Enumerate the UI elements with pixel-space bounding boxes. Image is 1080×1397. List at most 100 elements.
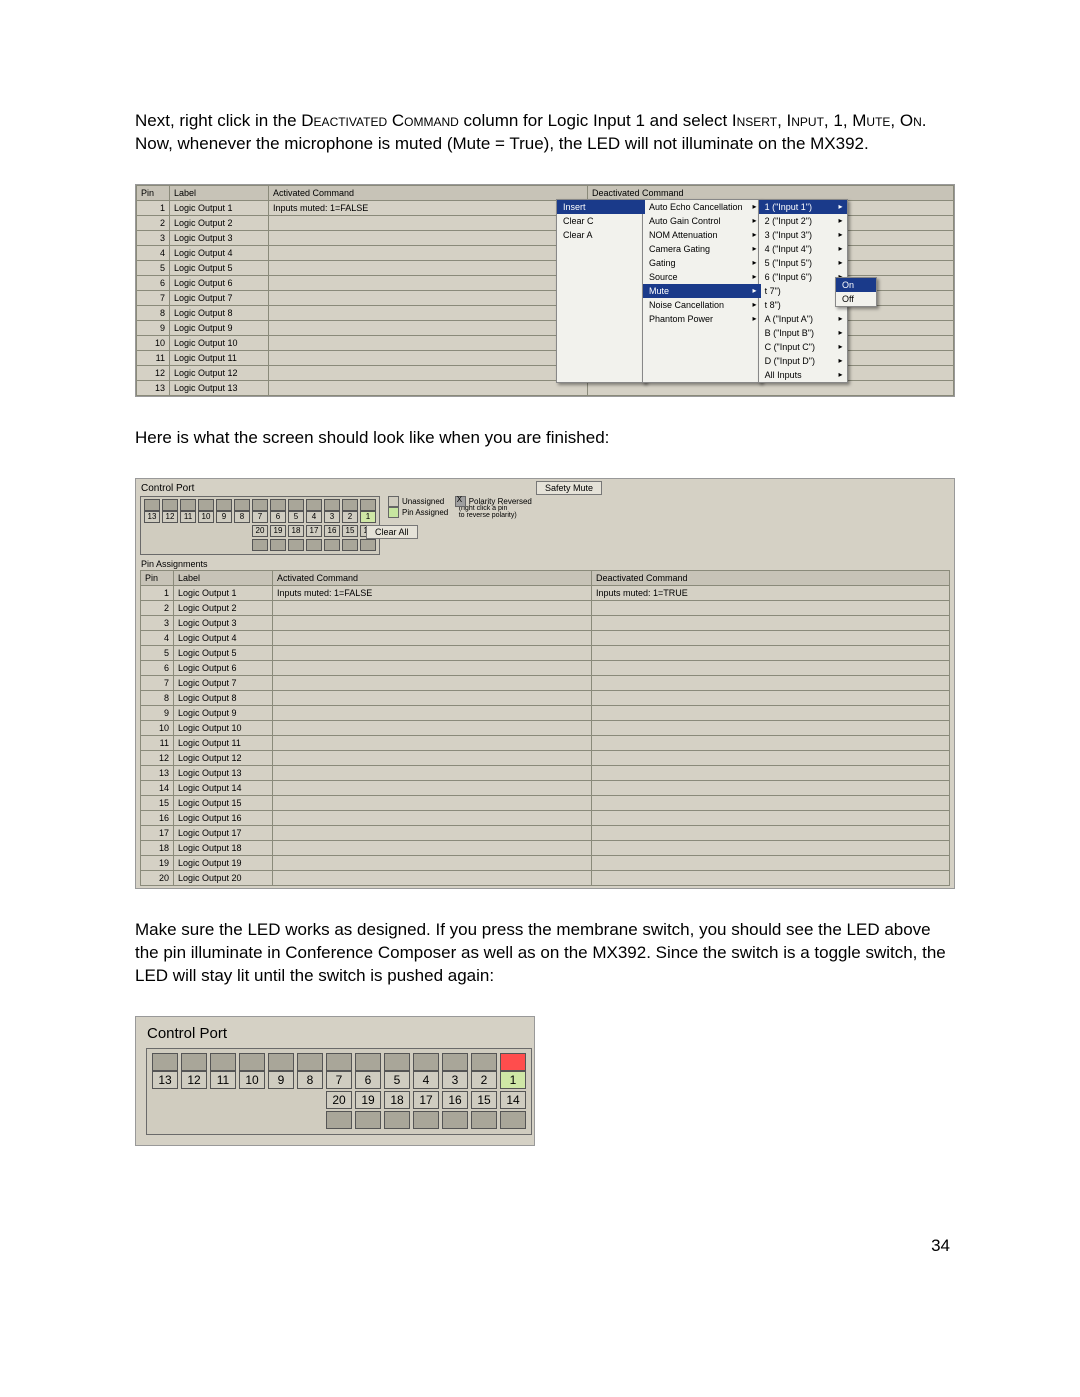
pin-3[interactable]: 3	[324, 511, 340, 523]
pin-2[interactable]: 2	[471, 1071, 497, 1089]
table-row[interactable]: 18Logic Output 18	[141, 840, 950, 855]
table-row[interactable]: 13Logic Output 13	[141, 765, 950, 780]
menu-item[interactable]: 3 ("Input 3")	[759, 228, 847, 242]
menu-item[interactable]: C ("Input C")	[759, 340, 847, 354]
pin-20[interactable]: 20	[252, 525, 268, 537]
pin-strip-top[interactable]: 13121110987654321	[144, 511, 376, 523]
menu-item[interactable]: 4 ("Input 4")	[759, 242, 847, 256]
pin-strip-top[interactable]: 13121110987654321	[152, 1071, 526, 1089]
menu-item[interactable]: All Inputs	[759, 368, 847, 382]
pin-3[interactable]: 3	[442, 1071, 468, 1089]
pin-5[interactable]: 5	[384, 1071, 410, 1089]
pin-8[interactable]: 8	[234, 511, 250, 523]
smallcaps: 1, Mute, On	[833, 111, 921, 130]
table-row[interactable]: 19Logic Output 19	[141, 855, 950, 870]
menu-item[interactable]: Gating	[643, 256, 761, 270]
pin-1[interactable]: 1	[360, 511, 376, 523]
smallcaps: Deactivated Command	[301, 111, 459, 130]
pin-4[interactable]: 4	[413, 1071, 439, 1089]
menu-item[interactable]: 2 ("Input 2")	[759, 214, 847, 228]
table-row[interactable]: 16Logic Output 16	[141, 810, 950, 825]
menu-item[interactable]: Off	[836, 292, 876, 306]
pin-7[interactable]: 7	[326, 1071, 352, 1089]
menu-level-1[interactable]: InsertClear CClear A	[556, 199, 646, 383]
menu-item[interactable]: NOM Attenuation	[643, 228, 761, 242]
table-row[interactable]: 7Logic Output 7	[141, 675, 950, 690]
pin-18[interactable]: 18	[384, 1091, 410, 1109]
pin-15[interactable]: 15	[342, 525, 358, 537]
menu-level-4[interactable]: OnOff	[835, 277, 877, 307]
pin-2[interactable]: 2	[342, 511, 358, 523]
menu-item[interactable]: B ("Input B")	[759, 326, 847, 340]
menu-item[interactable]: Auto Gain Control	[643, 214, 761, 228]
pin-10[interactable]: 10	[198, 511, 214, 523]
pin-18[interactable]: 18	[288, 525, 304, 537]
clear-all-button[interactable]: Clear All	[366, 525, 418, 539]
pin-10[interactable]: 10	[239, 1071, 265, 1089]
table-row[interactable]: 15Logic Output 15	[141, 795, 950, 810]
control-port-label: Control Port	[147, 1025, 524, 1042]
pin-4[interactable]: 4	[306, 511, 322, 523]
menu-item[interactable]: Source	[643, 270, 761, 284]
pin-13[interactable]: 13	[144, 511, 160, 523]
table-row[interactable]: 9Logic Output 9	[141, 705, 950, 720]
pin-11[interactable]: 11	[210, 1071, 236, 1089]
menu-item[interactable]: t 7")	[759, 284, 847, 298]
table-row[interactable]: 5Logic Output 5	[141, 645, 950, 660]
menu-item[interactable]: 1 ("Input 1")	[759, 200, 847, 214]
menu-item[interactable]: t 8")	[759, 298, 847, 312]
pin-12[interactable]: 12	[181, 1071, 207, 1089]
menu-item[interactable]: 5 ("Input 5")	[759, 256, 847, 270]
pin-17[interactable]: 17	[306, 525, 322, 537]
safety-mute-button[interactable]: Safety Mute	[536, 481, 602, 495]
menu-item[interactable]: Insert	[557, 200, 645, 214]
table-row[interactable]: 12Logic Output 12	[141, 750, 950, 765]
menu-item[interactable]: Clear A	[557, 228, 645, 242]
table-row[interactable]: 11Logic Output 11	[141, 735, 950, 750]
pin-17[interactable]: 17	[413, 1091, 439, 1109]
table-row[interactable]: 10Logic Output 10	[141, 720, 950, 735]
menu-item[interactable]: Clear C	[557, 214, 645, 228]
pin-19[interactable]: 19	[355, 1091, 381, 1109]
pin-6[interactable]: 6	[355, 1071, 381, 1089]
menu-item[interactable]: 6 ("Input 6")	[759, 270, 847, 284]
menu-item[interactable]: Phantom Power	[643, 312, 761, 326]
pin-strip-bottom[interactable]: 20191817161514	[144, 525, 376, 537]
pin-6[interactable]: 6	[270, 511, 286, 523]
pin-15[interactable]: 15	[471, 1091, 497, 1109]
menu-item[interactable]: Auto Echo Cancellation	[643, 200, 761, 214]
table-row[interactable]: 1Logic Output 1Inputs muted: 1=FALSEInpu…	[141, 585, 950, 600]
pin-16[interactable]: 16	[442, 1091, 468, 1109]
menu-item[interactable]: D ("Input D")	[759, 354, 847, 368]
smallcaps: Insert, Input,	[732, 111, 833, 130]
table-row[interactable]: 20Logic Output 20	[141, 870, 950, 885]
pin-11[interactable]: 11	[180, 511, 196, 523]
menu-item[interactable]: A ("Input A")	[759, 312, 847, 326]
pin-5[interactable]: 5	[288, 511, 304, 523]
led-19	[270, 539, 286, 551]
table-row[interactable]: 4Logic Output 4	[141, 630, 950, 645]
pin-8[interactable]: 8	[297, 1071, 323, 1089]
table-row[interactable]: 2Logic Output 2	[141, 600, 950, 615]
pin-12[interactable]: 12	[162, 511, 178, 523]
menu-item[interactable]: Camera Gating	[643, 242, 761, 256]
pin-13[interactable]: 13	[152, 1071, 178, 1089]
table-row[interactable]: 6Logic Output 6	[141, 660, 950, 675]
menu-item[interactable]: Noise Cancellation	[643, 298, 761, 312]
pin-20[interactable]: 20	[326, 1091, 352, 1109]
table-row[interactable]: 17Logic Output 17	[141, 825, 950, 840]
pin-19[interactable]: 19	[270, 525, 286, 537]
table-row[interactable]: 3Logic Output 3	[141, 615, 950, 630]
pin-9[interactable]: 9	[216, 511, 232, 523]
pin-16[interactable]: 16	[324, 525, 340, 537]
pin-1[interactable]: 1	[500, 1071, 526, 1089]
pin-7[interactable]: 7	[252, 511, 268, 523]
menu-item[interactable]: On	[836, 278, 876, 292]
pin-9[interactable]: 9	[268, 1071, 294, 1089]
menu-level-2[interactable]: Auto Echo CancellationAuto Gain ControlN…	[642, 199, 762, 383]
pin-strip-bottom[interactable]: 20191817161514	[152, 1091, 526, 1109]
menu-item[interactable]: Mute	[643, 284, 761, 298]
table-row[interactable]: 14Logic Output 14	[141, 780, 950, 795]
table-row[interactable]: 8Logic Output 8	[141, 690, 950, 705]
pin-14[interactable]: 14	[500, 1091, 526, 1109]
